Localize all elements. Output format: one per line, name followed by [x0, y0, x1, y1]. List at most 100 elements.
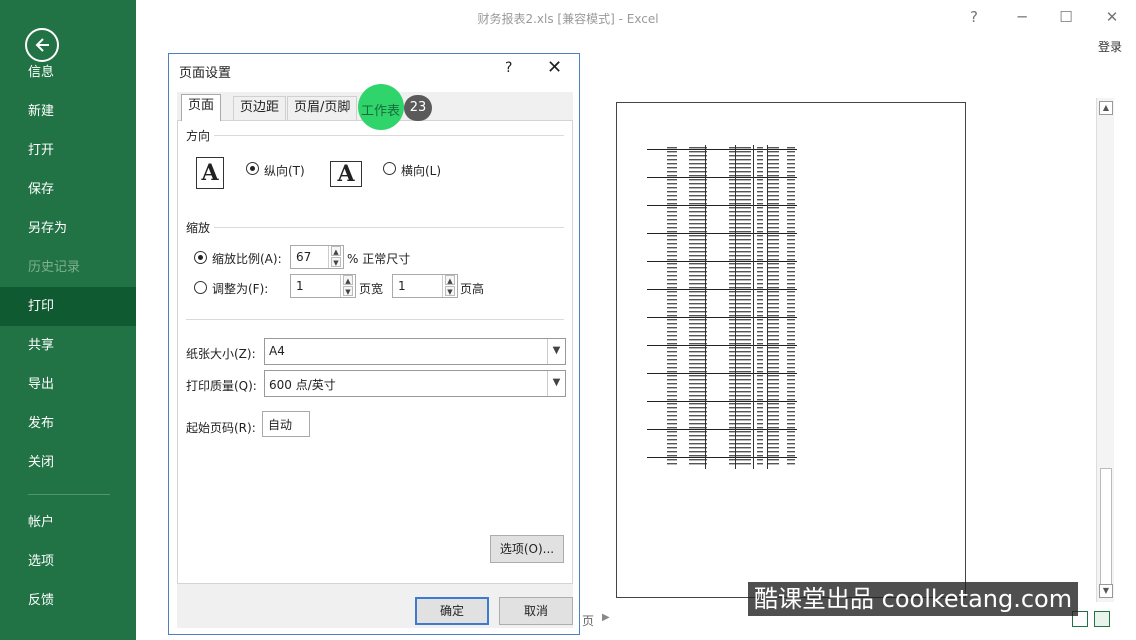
help-button[interactable]: ? — [964, 8, 984, 26]
spin-down-icon[interactable]: ▼ — [331, 257, 341, 267]
sidebar-item-10[interactable]: 关闭 — [0, 443, 136, 482]
sidebar-item-4[interactable]: 另存为 — [0, 209, 136, 248]
tab-page[interactable]: 页面 — [181, 94, 222, 121]
tab-margins[interactable]: 页边距 — [233, 96, 287, 120]
scroll-up-icon[interactable]: ▲ — [1099, 101, 1113, 115]
pages-wide-spinner[interactable]: 1 ▲ ▼ — [290, 274, 356, 298]
dialog-help-icon[interactable]: ? — [505, 60, 512, 76]
print-quality-select[interactable]: 600 点/英寸 ▼ — [264, 370, 566, 397]
first-page-number-input[interactable]: 自动 — [262, 411, 310, 437]
zoom-to-page-icon[interactable] — [1094, 611, 1110, 627]
preview-cell — [787, 279, 795, 281]
preview-cell — [787, 191, 795, 193]
tab-header-footer[interactable]: 页眉/页脚 — [287, 96, 358, 120]
next-page-icon[interactable]: ▶ — [602, 612, 610, 623]
preview-row-rule — [647, 345, 797, 346]
preview-cell — [787, 283, 795, 285]
sidebar-item-9[interactable]: 发布 — [0, 404, 136, 443]
preview-cell — [787, 175, 795, 177]
print-quality-value[interactable]: 600 点/英寸 — [269, 376, 336, 393]
preview-cell — [737, 415, 751, 417]
preview-cell — [767, 155, 779, 157]
preview-cell — [787, 419, 795, 421]
dialog-close-icon[interactable]: ✕ — [547, 57, 562, 78]
ok-button[interactable]: 确定 — [415, 597, 489, 625]
sidebar-item-13[interactable]: 反馈 — [0, 581, 136, 620]
pages-tall-spinner[interactable]: 1 ▲ ▼ — [392, 274, 458, 298]
preview-cell — [667, 183, 677, 185]
preview-cell — [689, 255, 707, 257]
fit-to-label[interactable]: 调整为(F): — [212, 280, 268, 297]
spin-down-icon[interactable]: ▼ — [445, 286, 455, 296]
preview-cell — [787, 427, 795, 429]
paper-size-select[interactable]: A4 ▼ — [264, 338, 566, 365]
preview-cell — [767, 435, 779, 437]
spin-down-icon[interactable]: ▼ — [343, 286, 353, 296]
preview-scrollbar[interactable]: ▲ ▼ — [1096, 98, 1114, 602]
preview-cell — [689, 267, 707, 269]
preview-cell — [689, 447, 707, 449]
sidebar-item-11[interactable]: 帐户 — [0, 503, 136, 542]
scale-percent-spinner[interactable]: 67 ▲ ▼ — [290, 245, 344, 269]
preview-cell — [757, 187, 763, 189]
sidebar-item-6[interactable]: 打印 — [0, 287, 136, 326]
chevron-down-icon[interactable]: ▼ — [547, 371, 565, 396]
chevron-down-icon[interactable]: ▼ — [547, 339, 565, 364]
preview-cell — [737, 207, 751, 209]
spin-up-icon[interactable]: ▲ — [331, 246, 341, 256]
tab-sheet[interactable]: 工作表 — [361, 100, 400, 119]
sidebar-item-0[interactable]: 信息 — [0, 53, 136, 92]
pages-wide-value[interactable]: 1 — [296, 279, 304, 293]
portrait-label[interactable]: 纵向(T) — [264, 162, 305, 179]
preview-cell — [787, 299, 795, 301]
landscape-radio[interactable] — [383, 162, 396, 175]
preview-cell — [767, 211, 779, 213]
login-link[interactable]: 登录 — [1098, 38, 1122, 55]
preview-cell — [689, 463, 707, 465]
sidebar-item-8[interactable]: 导出 — [0, 365, 136, 404]
adjust-to-label[interactable]: 缩放比例(A): — [212, 250, 282, 267]
cancel-button[interactable]: 取消 — [499, 597, 573, 625]
preview-cell — [689, 147, 707, 149]
preview-cell — [787, 415, 795, 417]
preview-cell — [667, 411, 677, 413]
sidebar-item-3[interactable]: 保存 — [0, 170, 136, 209]
spin-up-icon[interactable]: ▲ — [343, 275, 353, 285]
sidebar-item-12[interactable]: 选项 — [0, 542, 136, 581]
scroll-thumb[interactable] — [1100, 468, 1112, 586]
preview-cell — [667, 151, 677, 153]
sidebar-item-7[interactable]: 共享 — [0, 326, 136, 365]
sidebar-item-2[interactable]: 打开 — [0, 131, 136, 170]
preview-cell — [667, 243, 677, 245]
preview-cell — [787, 351, 795, 353]
landscape-label[interactable]: 横向(L) — [401, 162, 441, 179]
preview-cell — [737, 159, 751, 161]
adjust-to-radio[interactable] — [194, 251, 207, 264]
fit-to-radio[interactable] — [194, 281, 207, 294]
sidebar-item-5: 历史记录 — [28, 260, 81, 275]
preview-cell — [689, 163, 707, 165]
pages-tall-value[interactable]: 1 — [398, 279, 406, 293]
preview-cell — [737, 363, 751, 365]
divider — [214, 135, 564, 136]
preview-cell — [667, 339, 677, 341]
scroll-down-icon[interactable]: ▼ — [1099, 584, 1113, 598]
preview-cell — [787, 255, 795, 257]
preview-cell — [787, 423, 795, 425]
spin-up-icon[interactable]: ▲ — [445, 275, 455, 285]
paper-size-value[interactable]: A4 — [269, 344, 285, 358]
options-button[interactable]: 选项(O)... — [490, 535, 564, 563]
scale-percent-value[interactable]: 67 — [296, 250, 311, 264]
portrait-radio[interactable] — [246, 162, 259, 175]
sidebar-item-1[interactable]: 新建 — [0, 92, 136, 131]
preview-cell — [757, 403, 763, 405]
minimize-button[interactable]: ─ — [1012, 8, 1032, 26]
close-window-button[interactable]: ✕ — [1102, 8, 1122, 26]
preview-cell — [767, 363, 779, 365]
preview-cell — [787, 407, 795, 409]
preview-cell — [767, 307, 779, 309]
preview-cell — [757, 327, 763, 329]
preview-cell — [667, 427, 677, 429]
maximize-button[interactable]: ☐ — [1056, 8, 1076, 26]
first-page-number-value[interactable]: 自动 — [268, 416, 292, 433]
